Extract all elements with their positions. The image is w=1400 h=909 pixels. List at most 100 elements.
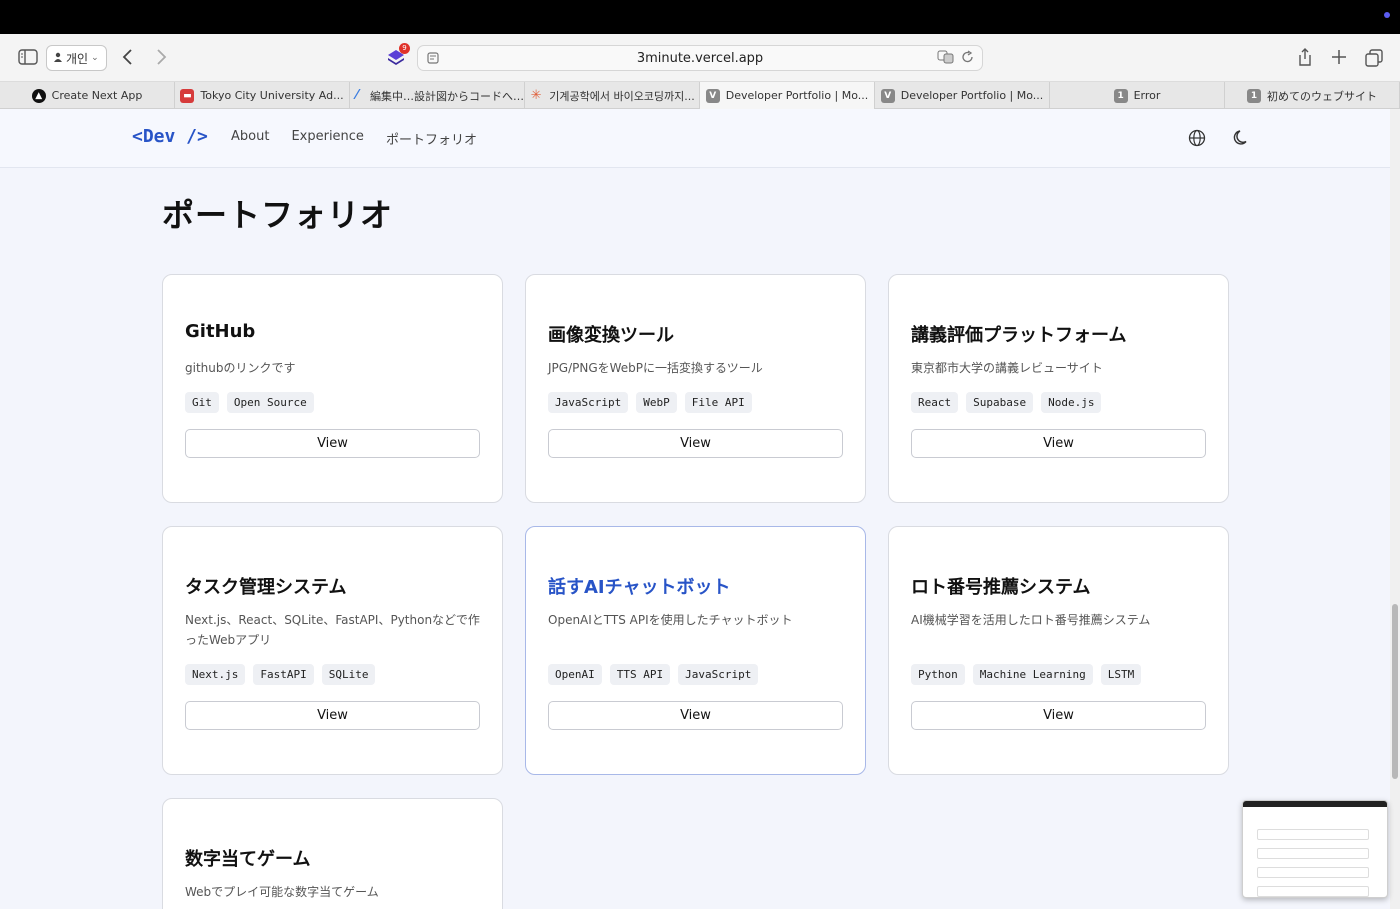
- share-icon[interactable]: [1297, 47, 1313, 67]
- thumbnail-row: [1257, 829, 1369, 840]
- project-description: Next.js、React、SQLite、FastAPI、Pythonなどで作っ…: [185, 613, 480, 647]
- tag: Git: [185, 392, 219, 413]
- tag: Open Source: [226, 392, 314, 413]
- tab-title: 기계공학에서 바이오코딩까지...: [549, 89, 695, 103]
- tab-bar: ▲ Create Next App ▬ Tokyo City Universit…: [0, 82, 1400, 109]
- tag: Python: [911, 664, 965, 685]
- globe-icon[interactable]: [1187, 128, 1207, 152]
- profile-button[interactable]: 개인 ⌄: [46, 45, 107, 71]
- page-menu-icon[interactable]: [426, 51, 440, 69]
- thumbnail-row: [1257, 886, 1369, 897]
- tag: React: [911, 392, 959, 413]
- browser-toolbar: 개인 ⌄ 9 3minute.vercel.app: [0, 34, 1400, 82]
- screenshot-thumbnail[interactable]: [1242, 800, 1388, 898]
- tab-title: Create Next App: [51, 89, 143, 102]
- project-description: githubのリンクです: [185, 361, 296, 375]
- tab-title: Developer Portfolio | Mo...: [900, 89, 1044, 102]
- extension-button[interactable]: 9: [386, 43, 410, 68]
- reload-icon[interactable]: [961, 50, 974, 67]
- tab-title: Error: [1133, 89, 1161, 102]
- menu-bar: [0, 0, 1400, 34]
- number-icon: 1: [1113, 88, 1128, 103]
- number-icon: 1: [1247, 88, 1261, 103]
- view-button[interactable]: View: [548, 701, 843, 730]
- tag: OpenAI: [548, 664, 602, 685]
- tab-tokyo-city-university[interactable]: ▬ Tokyo City University Ad...: [175, 82, 350, 109]
- profile-label: 개인: [66, 51, 89, 66]
- tab-developer-portfolio[interactable]: V Developer Portfolio | Mo...: [875, 82, 1050, 109]
- tag: LSTM: [1100, 664, 1142, 685]
- tab-first-website[interactable]: 1 初めてのウェブサイト: [1225, 82, 1400, 109]
- tab-title: Developer Portfolio | Mo...: [725, 89, 869, 102]
- tag-list: React Supabase Node.js: [911, 392, 1102, 413]
- university-icon: ▬: [180, 88, 195, 103]
- project-card-task-manager[interactable]: タスク管理システム Next.js、React、SQLite、FastAPI、P…: [162, 526, 503, 775]
- tab-developer-portfolio-active[interactable]: V Developer Portfolio | Mo...: [700, 82, 875, 109]
- project-title: GitHub: [185, 321, 256, 342]
- tab-editing-design[interactable]: ⁄ 編集中…設計図からコードへ…: [350, 82, 525, 109]
- project-title: 講義評価プラットフォーム: [911, 325, 1127, 346]
- translate-icon[interactable]: [937, 50, 955, 67]
- url-text: 3minute.vercel.app: [636, 50, 764, 66]
- thumbnail-row: [1257, 867, 1369, 878]
- project-description: OpenAIとTTS APIを使用したチャットボット: [548, 613, 793, 627]
- tag: Next.js: [185, 664, 246, 685]
- page-scrollbar[interactable]: [1390, 109, 1400, 909]
- tab-create-next-app[interactable]: ▲ Create Next App: [0, 82, 175, 109]
- tag: Node.js: [1041, 392, 1102, 413]
- project-card-image-converter[interactable]: 画像変換ツール JPG/PNGをWebPに一括変換するツール JavaScrip…: [525, 274, 866, 503]
- project-description: AI機械学習を活用したロト番号推薦システム: [911, 613, 1151, 627]
- project-title: 画像変換ツール: [548, 325, 674, 346]
- project-title: タスク管理システム: [185, 577, 347, 598]
- tab-biocoding[interactable]: ✳ 기계공학에서 바이오코딩까지...: [525, 82, 700, 109]
- tab-title: Tokyo City University Ad...: [200, 89, 344, 102]
- project-card-lecture-review[interactable]: 講義評価プラットフォーム 東京都市大学の講義レビューサイト React Supa…: [888, 274, 1229, 503]
- thumbnail-topbar: [1243, 801, 1387, 807]
- triangle-icon: ▲: [31, 88, 46, 103]
- view-button[interactable]: View: [185, 429, 480, 458]
- tag: JavaScript: [548, 392, 629, 413]
- sidebar-toggle-icon[interactable]: [18, 49, 38, 65]
- site-header: <Dev /> About Experience ポートフォリオ: [0, 109, 1390, 168]
- v-icon: V: [880, 88, 895, 103]
- view-button[interactable]: View: [911, 429, 1206, 458]
- view-button[interactable]: View: [548, 429, 843, 458]
- tag-list: Git Open Source: [185, 392, 314, 413]
- nav-experience[interactable]: Experience: [291, 129, 364, 148]
- asterisk-icon: ✳: [530, 88, 542, 103]
- status-dot: [1384, 12, 1390, 18]
- nav-portfolio[interactable]: ポートフォリオ: [386, 129, 477, 148]
- project-card-github[interactable]: GitHub githubのリンクです Git Open Source View: [162, 274, 503, 503]
- tag: File API: [684, 392, 752, 413]
- project-card-number-game[interactable]: 数字当てゲーム Webでプレイ可能な数字当てゲーム: [162, 798, 503, 909]
- slash-icon: ⁄: [355, 88, 359, 103]
- tag-list: OpenAI TTS API JavaScript: [548, 664, 759, 685]
- tag: FastAPI: [253, 664, 314, 685]
- view-button[interactable]: View: [911, 701, 1206, 730]
- chevron-down-icon: ⌄: [91, 53, 99, 63]
- nav-about[interactable]: About: [231, 129, 269, 148]
- view-button[interactable]: View: [185, 701, 480, 730]
- page-title: ポートフォリオ: [162, 196, 394, 234]
- v-icon: V: [705, 88, 720, 103]
- site-logo[interactable]: <Dev />: [132, 126, 208, 147]
- scrollbar-thumb[interactable]: [1392, 604, 1398, 779]
- moon-icon[interactable]: [1232, 128, 1252, 152]
- project-description: JPG/PNGをWebPに一括変換するツール: [548, 361, 763, 375]
- site-nav: About Experience ポートフォリオ: [231, 129, 477, 148]
- person-icon: [53, 51, 63, 65]
- project-card-ai-chatbot[interactable]: 話すAIチャットボット OpenAIとTTS APIを使用したチャットボット O…: [525, 526, 866, 775]
- project-title: 数字当てゲーム: [185, 849, 311, 870]
- project-title: ロト番号推薦システム: [911, 577, 1091, 598]
- forward-button[interactable]: [154, 48, 168, 66]
- new-tab-icon[interactable]: [1331, 49, 1347, 65]
- tab-title: 初めてのウェブサイト: [1267, 89, 1377, 103]
- back-button[interactable]: [121, 48, 135, 66]
- tab-overview-icon[interactable]: [1365, 49, 1383, 67]
- tab-error[interactable]: 1 Error: [1050, 82, 1225, 109]
- project-description: 東京都市大学の講義レビューサイト: [911, 361, 1103, 375]
- tag: WebP: [636, 392, 677, 413]
- address-bar[interactable]: 3minute.vercel.app: [417, 45, 983, 71]
- project-card-lotto-recommender[interactable]: ロト番号推薦システム AI機械学習を活用したロト番号推薦システム Python …: [888, 526, 1229, 775]
- tag: SQLite: [321, 664, 376, 685]
